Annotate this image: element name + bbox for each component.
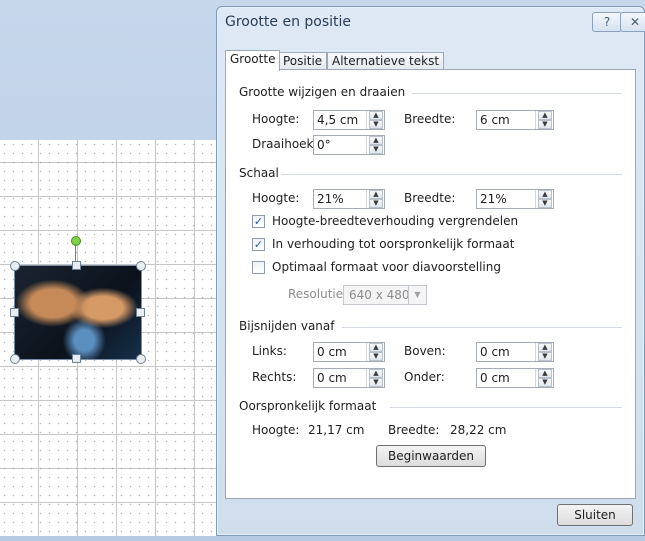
spin-down-icon[interactable]: ▼ <box>538 378 552 387</box>
section-divider <box>390 407 622 408</box>
crop-left-spinner[interactable]: 0 cm ▲ ▼ <box>313 342 385 362</box>
relative-original-label: In verhouding tot oorspronkelijk formaat <box>272 237 515 251</box>
selected-picture[interactable] <box>14 265 142 360</box>
checkmark-icon: ✓ <box>253 215 264 228</box>
checkmark-icon: ✓ <box>253 238 264 251</box>
spin-down-icon[interactable]: ▼ <box>538 120 552 129</box>
scale-width-label: Breedte: <box>404 191 456 205</box>
resolution-label: Resolutie <box>288 287 344 301</box>
original-width-value: 28,22 cm <box>450 423 507 437</box>
close-dialog-label: Sluiten <box>574 508 616 522</box>
crop-bottom-value: 0 cm <box>480 371 510 385</box>
resize-handle-left[interactable] <box>10 308 19 317</box>
original-height-label: Hoogte: <box>252 423 300 437</box>
dialog-titlebar[interactable]: Grootte en positie ? ✕ <box>217 7 645 37</box>
height-spinner[interactable]: 4,5 cm ▲ ▼ <box>313 110 385 130</box>
close-button[interactable]: ✕ <box>620 12 645 32</box>
spin-down-icon[interactable]: ▼ <box>369 378 383 387</box>
best-scale-checkbox[interactable] <box>252 261 265 274</box>
resolution-select[interactable]: 640 x 480 ▼ <box>343 285 427 305</box>
width-spinner[interactable]: 6 cm ▲ ▼ <box>476 110 554 130</box>
spin-down-icon[interactable]: ▼ <box>538 199 552 208</box>
section-heading-resize-rotate: Grootte wijzigen en draaien <box>239 85 406 99</box>
dialog-title: Grootte en positie <box>225 14 352 30</box>
section-divider <box>412 93 622 94</box>
section-heading-scale: Schaal <box>239 166 279 180</box>
width-value: 6 cm <box>480 113 510 127</box>
crop-top-label: Boven: <box>404 344 446 358</box>
size-position-dialog: Grootte en positie ? ✕ Grootte Positie A… <box>216 6 645 536</box>
section-heading-crop: Bijsnijden vanaf <box>239 319 335 333</box>
rotate-handle[interactable] <box>71 236 81 246</box>
rotation-label: Draaihoek: <box>252 137 318 151</box>
tab-alternatieve-tekst[interactable]: Alternatieve tekst <box>327 52 445 70</box>
spin-up-icon[interactable]: ▲ <box>538 369 552 378</box>
best-scale-label: Optimaal formaat voor diavoorstelling <box>272 260 501 274</box>
help-icon: ? <box>603 15 611 29</box>
spin-up-icon[interactable]: ▲ <box>538 111 552 120</box>
crop-left-value: 0 cm <box>317 345 347 359</box>
original-height-value: 21,17 cm <box>308 423 365 437</box>
tab-panel-grootte: Grootte wijzigen en draaien Hoogte: 4,5 … <box>225 69 636 499</box>
section-divider <box>342 327 622 328</box>
height-value: 4,5 cm <box>317 113 359 127</box>
help-button[interactable]: ? <box>592 12 622 32</box>
spin-up-icon[interactable]: ▲ <box>369 190 383 199</box>
spin-down-icon[interactable]: ▼ <box>538 352 552 361</box>
tab-label: Alternatieve tekst <box>332 54 440 68</box>
crop-bottom-label: Onder: <box>404 370 445 384</box>
width-label: Breedte: <box>404 112 456 126</box>
spin-down-icon[interactable]: ▼ <box>369 120 383 129</box>
tab-grootte[interactable]: Grootte <box>225 50 281 71</box>
spin-up-icon[interactable]: ▲ <box>369 111 383 120</box>
resize-handle-bottom[interactable] <box>72 354 81 363</box>
original-width-label: Breedte: <box>388 423 440 437</box>
spin-up-icon[interactable]: ▲ <box>538 343 552 352</box>
chevron-down-icon: ▼ <box>408 286 426 304</box>
rotation-spinner[interactable]: 0° ▲ ▼ <box>313 135 385 155</box>
section-heading-original-size: Oorspronkelijk formaat <box>239 399 377 413</box>
close-icon: ✕ <box>629 15 641 29</box>
reset-button-label: Beginwaarden <box>387 449 475 463</box>
scale-width-spinner[interactable]: 21% ▲ ▼ <box>476 189 554 209</box>
lock-aspect-checkbox[interactable]: ✓ <box>252 215 265 228</box>
crop-top-value: 0 cm <box>480 345 510 359</box>
section-divider <box>281 174 622 175</box>
tab-label: Positie <box>283 54 323 68</box>
spin-down-icon[interactable]: ▼ <box>369 199 383 208</box>
height-label: Hoogte: <box>252 112 300 126</box>
crop-right-value: 0 cm <box>317 371 347 385</box>
resize-handle-top-right[interactable] <box>136 261 146 271</box>
scale-height-value: 21% <box>317 192 344 206</box>
spin-up-icon[interactable]: ▲ <box>369 136 383 145</box>
crop-bottom-spinner[interactable]: 0 cm ▲ ▼ <box>476 368 554 388</box>
tab-label: Grootte <box>230 52 276 66</box>
reset-button[interactable]: Beginwaarden <box>376 445 486 467</box>
tab-positie[interactable]: Positie <box>278 52 328 70</box>
close-dialog-button[interactable]: Sluiten <box>557 504 633 526</box>
spin-down-icon[interactable]: ▼ <box>369 352 383 361</box>
scale-width-value: 21% <box>480 192 507 206</box>
lock-aspect-label: Hoogte-breedteverhouding vergrendelen <box>272 214 519 228</box>
crop-left-label: Links: <box>252 344 287 358</box>
resize-handle-bottom-right[interactable] <box>136 354 146 364</box>
scale-height-spinner[interactable]: 21% ▲ ▼ <box>313 189 385 209</box>
relative-original-checkbox[interactable]: ✓ <box>252 238 265 251</box>
crop-right-label: Rechts: <box>252 370 297 384</box>
resize-handle-right[interactable] <box>136 308 145 317</box>
spin-up-icon[interactable]: ▲ <box>538 190 552 199</box>
crop-top-spinner[interactable]: 0 cm ▲ ▼ <box>476 342 554 362</box>
scale-height-label: Hoogte: <box>252 191 300 205</box>
resize-handle-top-left[interactable] <box>10 261 20 271</box>
crop-right-spinner[interactable]: 0 cm ▲ ▼ <box>313 368 385 388</box>
spin-up-icon[interactable]: ▲ <box>369 343 383 352</box>
rotation-value: 0° <box>317 138 331 152</box>
spin-down-icon[interactable]: ▼ <box>369 145 383 154</box>
resize-handle-top[interactable] <box>72 261 81 270</box>
resolution-value: 640 x 480 <box>349 288 410 302</box>
resize-handle-bottom-left[interactable] <box>10 354 20 364</box>
spin-up-icon[interactable]: ▲ <box>369 369 383 378</box>
